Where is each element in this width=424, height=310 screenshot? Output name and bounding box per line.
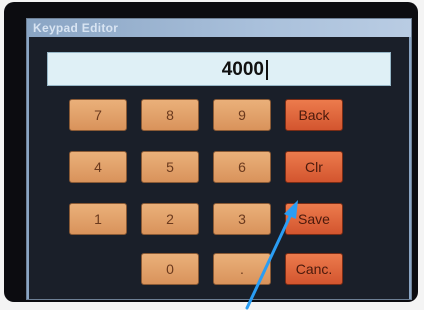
arrow-pointer-icon [245, 200, 298, 310]
